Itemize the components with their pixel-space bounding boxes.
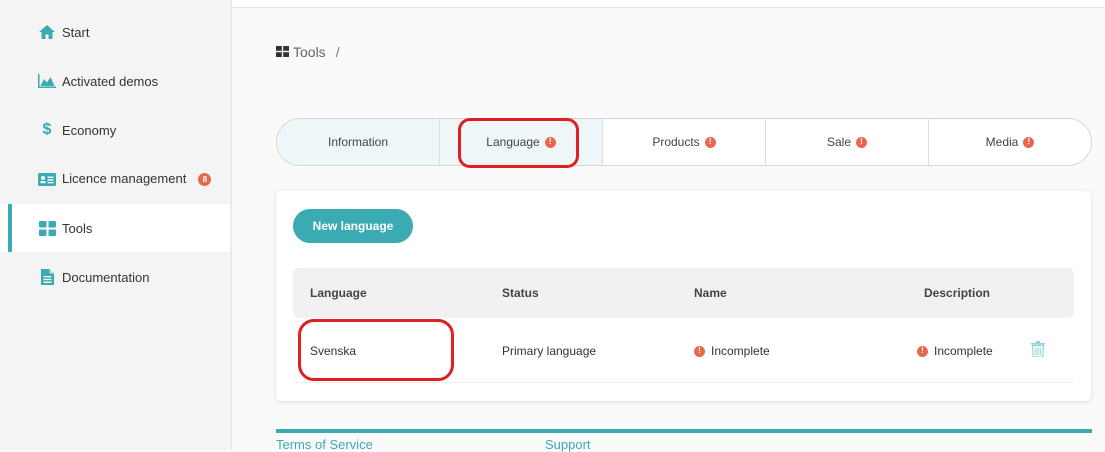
sidebar-item-tools[interactable]: Tools xyxy=(0,204,230,252)
warning-icon: ! xyxy=(917,345,928,357)
sidebar-item-licence-management[interactable]: Licence management 8 xyxy=(0,155,230,203)
warning-icon: ! xyxy=(1023,136,1035,148)
sidebar-item-documentation[interactable]: Documentation xyxy=(0,253,230,301)
cell-description-text: Incomplete xyxy=(934,344,993,358)
tab-label: Products xyxy=(652,135,700,149)
sidebar-item-label: Documentation xyxy=(62,269,150,285)
breadcrumb-item-tools[interactable]: Tools xyxy=(293,44,326,60)
area-chart-icon xyxy=(38,73,56,89)
cell-language: Svenska xyxy=(310,344,357,358)
column-header-name: Name xyxy=(694,286,727,300)
sidebar: Start Activated demos $ Economy Licence … xyxy=(0,0,232,450)
tab-label: Media xyxy=(985,135,1019,149)
warning-icon: ! xyxy=(544,136,556,148)
tab-label: Information xyxy=(327,135,389,149)
notification-badge: 8 xyxy=(198,173,212,186)
footer-divider xyxy=(276,429,1092,433)
warning-icon: ! xyxy=(856,136,868,148)
cell-status: Primary language xyxy=(502,344,597,358)
sidebar-item-start[interactable]: Start xyxy=(0,8,230,56)
tab-label: Language xyxy=(486,135,540,149)
cell-name: ! Incomplete xyxy=(694,344,770,358)
table-header: Language Status Name Description xyxy=(293,268,1074,318)
sidebar-item-label: Start xyxy=(62,24,90,40)
languages-card: New language Language Status Name Descri… xyxy=(276,191,1091,401)
tab-media[interactable]: Media ! xyxy=(929,119,1091,165)
trash-icon[interactable] xyxy=(1031,341,1045,358)
sidebar-item-activated-demos[interactable]: Activated demos xyxy=(0,57,230,105)
tab-bar: Information Language ! Products ! Sale !… xyxy=(276,118,1092,166)
tab-products[interactable]: Products ! xyxy=(603,119,766,165)
sidebar-item-label: Economy xyxy=(62,122,117,138)
sidebar-item-label: Tools xyxy=(62,220,93,236)
column-header-status: Status xyxy=(502,286,539,300)
tab-label: Sale xyxy=(826,135,852,149)
home-icon xyxy=(38,24,56,40)
warning-icon: ! xyxy=(694,345,705,357)
column-header-description: Description xyxy=(924,286,991,300)
table-row[interactable]: Svenska Primary language ! Incomplete ! … xyxy=(293,318,1074,383)
grid-icon xyxy=(38,220,56,236)
sidebar-item-label: Licence management xyxy=(62,171,187,186)
file-icon xyxy=(38,269,56,285)
breadcrumb: Tools / xyxy=(276,44,340,60)
dollar-icon: $ xyxy=(42,121,52,138)
tab-information[interactable]: Information xyxy=(277,119,440,165)
cell-name-text: Incomplete xyxy=(711,344,770,358)
column-header-language: Language xyxy=(310,286,367,300)
sidebar-item-label: Activated demos xyxy=(62,73,159,89)
new-language-button[interactable]: New language xyxy=(293,209,413,243)
tab-sale[interactable]: Sale ! xyxy=(766,119,929,165)
breadcrumb-separator: / xyxy=(335,44,340,60)
tab-language[interactable]: Language ! xyxy=(440,119,603,165)
warning-icon: ! xyxy=(704,136,716,148)
sidebar-item-label-wrap: Licence management 8 xyxy=(62,171,212,187)
sidebar-item-economy[interactable]: $ Economy xyxy=(0,106,230,154)
id-card-icon xyxy=(38,171,56,187)
grid-icon xyxy=(276,44,289,60)
cell-description: ! Incomplete xyxy=(917,344,993,358)
top-border xyxy=(231,0,1105,8)
